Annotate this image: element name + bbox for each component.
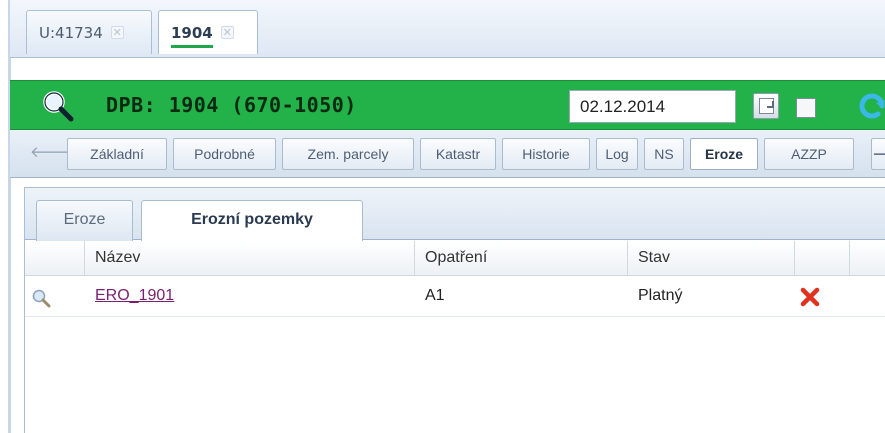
column-header-opatreni[interactable]: Opatření bbox=[415, 241, 628, 276]
tab-zem-parcely[interactable]: Zem. parcely bbox=[282, 138, 414, 170]
magnifier-icon[interactable] bbox=[42, 90, 74, 122]
tab-zakladni[interactable]: Základní bbox=[67, 138, 167, 170]
arrow-right-icon[interactable]: 🡒 bbox=[871, 138, 885, 170]
cell-stav: Platný bbox=[638, 287, 683, 304]
tab-log[interactable]: Log bbox=[596, 138, 638, 170]
refresh-icon[interactable] bbox=[856, 91, 885, 121]
date-field[interactable]: 02.12.2014 bbox=[569, 90, 736, 123]
tab-historie[interactable]: Historie bbox=[502, 138, 590, 170]
table-row[interactable]: ERO_1901 A1 Platný bbox=[25, 277, 885, 317]
tab-azzp[interactable]: AZZP bbox=[764, 138, 854, 170]
column-header-icon bbox=[25, 241, 85, 276]
arrow-left-icon[interactable]: 🡐 bbox=[30, 144, 70, 160]
table-header: Název Opatření Stav bbox=[25, 241, 885, 276]
delete-icon[interactable] bbox=[800, 287, 820, 307]
tab-eroze[interactable]: Eroze bbox=[690, 138, 758, 170]
calendar-icon[interactable] bbox=[753, 93, 779, 119]
cell-opatreni: A1 bbox=[425, 287, 445, 304]
inner-tab-strip: Eroze Erozní pozemky bbox=[25, 188, 885, 242]
doc-tab-u41734[interactable]: U:41734 ✕ bbox=[26, 10, 152, 54]
close-icon[interactable]: ✕ bbox=[220, 26, 234, 39]
erosion-panel: Eroze Erozní pozemky Název Opatření Stav… bbox=[24, 187, 885, 433]
left-rail bbox=[8, 0, 11, 433]
cell-nazev: ERO_1901 bbox=[85, 277, 415, 317]
tab-katastr[interactable]: Katastr bbox=[420, 138, 496, 170]
record-header-bar: DPB: 1904 (670-1050) 02.12.2014 bbox=[10, 80, 885, 130]
close-icon[interactable]: ✕ bbox=[110, 26, 124, 39]
column-header-stav[interactable]: Stav bbox=[628, 241, 795, 276]
detail-tab-strip: 🡐 Základní Podrobné Zem. parcely Katastr… bbox=[10, 130, 885, 178]
tab-ns[interactable]: NS bbox=[644, 138, 684, 170]
column-header-nazev[interactable]: Název bbox=[85, 241, 415, 276]
column-header-actions bbox=[795, 241, 850, 276]
tab-erozni-pozemky[interactable]: Erozní pozemky bbox=[141, 200, 363, 242]
record-title: DPB: 1904 (670-1050) bbox=[106, 93, 357, 117]
doc-tab-1904[interactable]: 1904 ✕ bbox=[158, 10, 258, 54]
doc-tab-label: 1904 bbox=[171, 23, 213, 48]
tab-eroze-inner[interactable]: Eroze bbox=[36, 200, 133, 241]
document-tab-strip: U:41734 ✕ 1904 ✕ bbox=[10, 0, 885, 58]
tab-podrobne[interactable]: Podrobné bbox=[173, 138, 276, 170]
magnifier-icon[interactable] bbox=[31, 288, 51, 308]
record-link[interactable]: ERO_1901 bbox=[95, 287, 174, 304]
checkbox[interactable] bbox=[796, 98, 816, 118]
doc-tab-label: U:41734 bbox=[39, 23, 103, 42]
